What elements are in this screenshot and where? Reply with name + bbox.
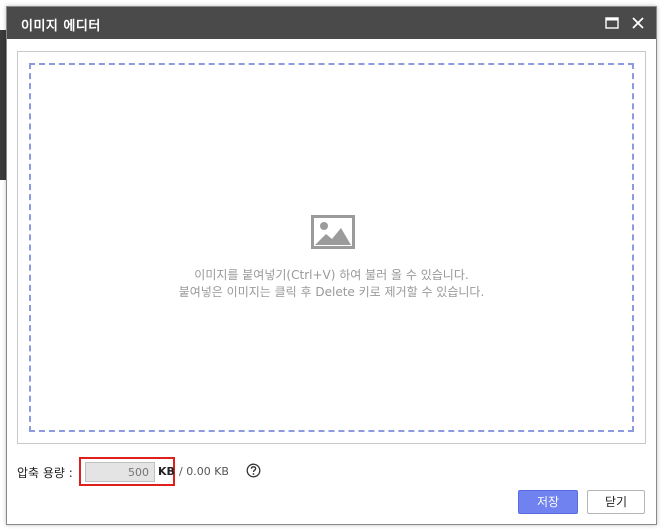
image-editor-area: 이미지를 붙여넣기(Ctrl+V) 하여 불러 올 수 있습니다. 붙여넣은 이…	[17, 51, 646, 444]
dialog-titlebar[interactable]: 이미지 에디터	[7, 7, 656, 39]
question-circle-icon[interactable]	[246, 463, 261, 478]
current-size-text: / 0.00 KB	[179, 465, 229, 478]
close-button[interactable]: 닫기	[587, 490, 645, 514]
save-button[interactable]: 저장	[518, 490, 578, 514]
close-icon[interactable]	[628, 13, 648, 33]
dialog-title: 이미지 에디터	[21, 19, 101, 34]
image-icon	[311, 215, 355, 249]
image-editor-dialog: 이미지 에디터 이미지를 붙여넣기(Ctrl+V) 하여 불러 올 수 있습니다…	[6, 6, 657, 525]
unit-label: KB	[158, 465, 175, 478]
image-drop-zone[interactable]: 이미지를 붙여넣기(Ctrl+V) 하여 불러 올 수 있습니다. 붙여넣은 이…	[29, 63, 634, 432]
compression-label: 압축 용량 :	[17, 466, 73, 480]
delete-hint-text: 붙여넣은 이미지는 클릭 후 Delete 키로 제거할 수 있습니다.	[178, 285, 485, 299]
compression-size-input[interactable]	[85, 462, 155, 482]
maximize-icon[interactable]	[602, 13, 622, 33]
compression-row: 압축 용량 : KB / 0.00 KB	[17, 457, 417, 486]
paste-hint-text: 이미지를 붙여넣기(Ctrl+V) 하여 불러 올 수 있습니다.	[194, 268, 469, 282]
